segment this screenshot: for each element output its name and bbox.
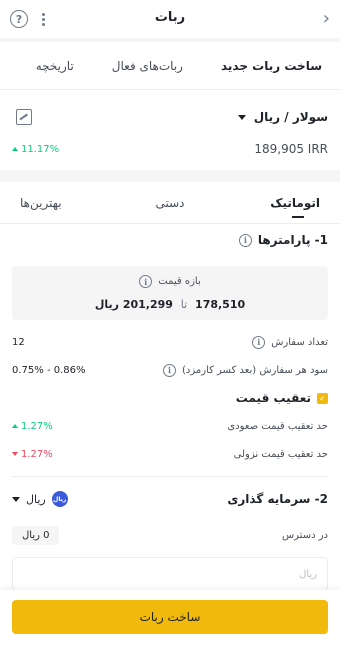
currency-label: ریال [26,492,46,506]
checkbox[interactable]: ✓ [317,392,328,404]
order-count-value: 12 [12,336,25,348]
caret-down-icon [237,114,246,120]
amount-placeholder: ریال [299,568,317,580]
caret-down-icon [12,496,20,502]
order-count-label: تعداد سفارش [271,336,328,348]
range-values: 178,510 تا 201,299 ریال [95,298,245,311]
trailing-toggle[interactable]: ✓ تعقیب قیمت [12,384,328,412]
params-header: 1- پارامترها i [12,224,328,256]
available-row: در دسترس 0 ریال [12,521,328,549]
price-change: 11.17% [12,144,59,155]
info-icon[interactable]: i [252,335,266,349]
params-section: 1- پارامترها i بازه قیمت i 178,510 تا 20… [0,224,340,468]
tab-history[interactable]: تاریخچه [36,59,74,73]
pair-selector[interactable]: سولار / ریال [237,110,328,124]
info-icon[interactable]: i [139,275,153,288]
vertical-dots-icon[interactable] [42,12,45,26]
info-icon[interactable]: i [238,233,252,247]
main-tabs: ساخت ربات جدید ربات‌های فعال تاریخچه [0,42,340,90]
profit-row: سود هر سفارش (بعد کسر کارمزد) i 0.75% - … [12,356,328,384]
trailing-up-row: حد تعقیب قیمت صعودی 1.27% [12,412,328,440]
invest-section: 2- سرمایه گذاری ریال ریال در دسترس 0 ریا… [0,477,340,591]
trailing-down-row: حد تعقیب قیمت نزولی 1.27% [12,440,328,468]
price-range-box: بازه قیمت i 178,510 تا 201,299 ریال [12,266,328,320]
profit-value: 0.75% - 0.86% [12,364,86,376]
tab-new-bot[interactable]: ساخت ربات جدید [221,59,322,73]
footer: ساخت ربات [0,590,340,650]
info-icon[interactable]: i [162,363,176,377]
range-high: 201,299 ریال [94,298,173,311]
available-value: 0 ریال [12,525,60,545]
trailing-label: تعقیب قیمت [235,391,311,405]
up-arrow-icon [12,423,18,428]
invest-title: 2- سرمایه گذاری [227,492,328,506]
question-circle-icon[interactable]: ? [10,10,28,28]
available-label: در دسترس [281,529,328,541]
market-panel: سولار / ریال 189,905 IRR 11.17% [0,90,340,164]
range-title: بازه قیمت [158,276,201,287]
trailing-down-value: 1.27% [21,448,53,460]
tab-best[interactable]: بهترین‌ها [20,182,120,224]
market-price: 189,905 IRR [254,142,328,156]
chevron-right-icon[interactable]: › [323,10,330,28]
range-low: 178,510 [195,298,246,311]
pair-label: سولار / ریال [253,110,328,124]
rial-coin-icon: ریال [51,491,68,507]
trailing-up-value: 1.27% [21,420,53,432]
params-title: 1- پارامترها [257,233,328,247]
currency-selector[interactable]: ریال ریال [12,491,68,507]
amount-input[interactable]: ریال [12,557,328,591]
order-count-row: تعداد سفارش i 12 [12,328,328,356]
chart-icon[interactable] [16,109,32,125]
profit-label: سود هر سفارش (بعد کسر کارمزد) [181,364,328,376]
trailing-down-label: حد تعقیب قیمت نزولی [233,448,328,460]
tab-automatic[interactable]: اتوماتیک [220,182,320,224]
create-bot-button[interactable]: ساخت ربات [12,600,328,634]
top-bar: ? › [0,0,340,38]
range-sep: تا [180,298,188,311]
up-arrow-icon [12,146,18,151]
down-arrow-icon [12,451,18,456]
tab-active-bots[interactable]: ربات‌های فعال [112,59,183,73]
tab-manual[interactable]: دستی [120,182,220,224]
mode-tabs: اتوماتیک دستی بهترین‌ها [0,182,340,224]
trailing-up-label: حد تعقیب قیمت صعودی [227,420,328,432]
